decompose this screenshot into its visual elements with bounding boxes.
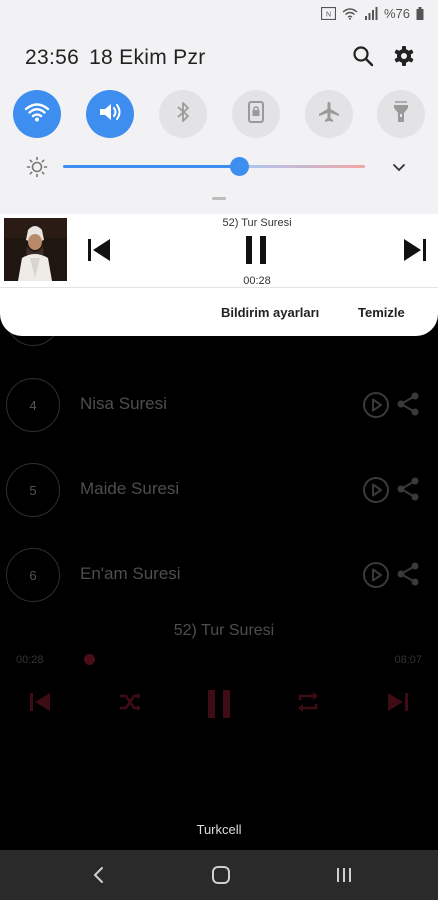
repeat-icon[interactable]	[294, 688, 322, 716]
airplane-icon	[317, 101, 341, 128]
volume-icon	[97, 101, 123, 128]
previous-icon[interactable]	[86, 237, 112, 263]
notification-track-title: 52) Tur Suresi	[222, 217, 292, 229]
total-duration: 08:07	[394, 654, 422, 666]
elapsed-time: 00:28	[16, 654, 44, 666]
next-icon[interactable]	[402, 237, 428, 263]
gear-icon[interactable]	[392, 44, 416, 68]
now-playing-title: 52) Tur Suresi	[173, 622, 275, 639]
battery-icon	[416, 7, 424, 20]
play-circle-icon[interactable]	[362, 561, 390, 594]
carrier-label: Turkcell	[196, 822, 242, 837]
wifi-signal-icon	[342, 7, 358, 20]
status-bar: N %76	[0, 0, 438, 28]
recents-icon[interactable]	[332, 863, 356, 887]
share-icon[interactable]	[395, 561, 421, 592]
brightness-track-filled	[63, 165, 239, 168]
track-number: 4	[6, 378, 60, 432]
seek-bar-thumb[interactable]	[84, 654, 95, 665]
previous-icon[interactable]	[26, 688, 54, 716]
chevron-down-icon[interactable]	[392, 160, 406, 178]
date-time[interactable]: 23:56 18 Ekim Pzr	[25, 46, 206, 70]
pause-icon[interactable]	[244, 235, 270, 265]
track-row[interactable]: 6 En'am Suresi	[0, 546, 438, 606]
clear-notifications-button[interactable]: Temizle	[358, 305, 405, 320]
nfc-icon: N	[320, 7, 336, 20]
screen-rotation-toggle[interactable]	[232, 90, 280, 138]
airplane-mode-toggle[interactable]	[305, 90, 353, 138]
track-number: 6	[6, 548, 60, 602]
sound-toggle[interactable]	[86, 90, 134, 138]
track-name: Nisa Suresi	[80, 394, 167, 413]
brightness-icon	[26, 156, 48, 183]
play-circle-icon[interactable]	[362, 476, 390, 509]
brightness-slider[interactable]	[0, 152, 438, 182]
brightness-thumb[interactable]	[230, 157, 249, 176]
bluetooth-toggle[interactable]	[159, 90, 207, 138]
notification-elapsed-time: 00:28	[243, 275, 271, 287]
notification-settings-button[interactable]: Bildirim ayarları	[221, 305, 319, 320]
next-icon[interactable]	[384, 688, 412, 716]
track-row[interactable]: 4 Nisa Suresi	[0, 376, 438, 436]
quick-settings-panel: 23:56 18 Ekim Pzr	[0, 28, 438, 214]
track-row[interactable]: 5 Maide Suresi	[0, 461, 438, 521]
track-number: 5	[6, 463, 60, 517]
share-icon[interactable]	[395, 476, 421, 507]
back-icon[interactable]	[86, 863, 110, 887]
shuffle-icon[interactable]	[116, 688, 144, 716]
svg-text:N: N	[326, 12, 331, 19]
navigation-bar	[0, 850, 438, 900]
share-icon[interactable]	[395, 391, 421, 422]
media-notification[interactable]: 52) Tur Suresi 00:28 Bildirim ayarları T…	[0, 214, 438, 336]
portrait-lock-icon	[247, 100, 265, 128]
divider	[0, 287, 438, 288]
bluetooth-icon	[175, 101, 191, 128]
clock-date: 18 Ekim Pzr	[89, 46, 206, 69]
status-icons: N %76	[320, 6, 424, 21]
track-name: En'am Suresi	[80, 564, 181, 583]
home-icon[interactable]	[209, 863, 233, 887]
battery-text: %76	[383, 6, 410, 21]
panel-drag-handle[interactable]	[212, 197, 226, 200]
wifi-icon	[24, 101, 50, 128]
phone-screen: 4 Nisa Suresi 5 Maide Suresi 6 En'am Sur…	[0, 0, 438, 900]
wifi-toggle[interactable]	[13, 90, 61, 138]
track-name: Maide Suresi	[80, 479, 180, 498]
cellular-signal-icon	[364, 7, 378, 20]
brightness-track-rest	[239, 165, 365, 168]
flashlight-icon	[392, 100, 410, 128]
play-circle-icon[interactable]	[362, 391, 390, 424]
flashlight-toggle[interactable]	[377, 90, 425, 138]
search-icon[interactable]	[351, 44, 375, 68]
pause-icon[interactable]	[205, 688, 233, 720]
clock-time: 23:56	[25, 46, 80, 69]
